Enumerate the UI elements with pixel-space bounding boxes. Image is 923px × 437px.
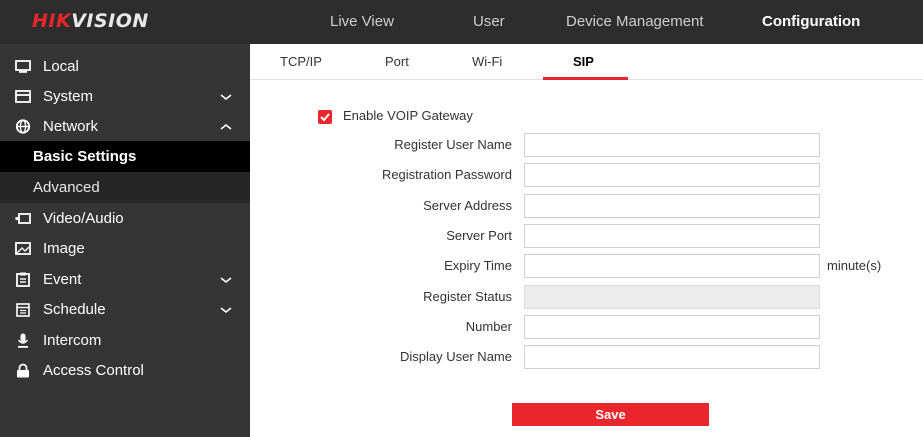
sidebar-item-label: System <box>43 88 94 105</box>
top-bar: HIKVISION Live View User Device Manageme… <box>0 0 923 44</box>
sidebar-item-label: Event <box>43 271 82 288</box>
sidebar-sub-basic-settings[interactable]: Basic Settings <box>0 141 250 172</box>
monitor-icon <box>15 60 31 73</box>
chevron-up-icon <box>220 123 232 130</box>
video-icon <box>15 213 31 224</box>
image-icon <box>15 242 31 255</box>
register-user-name-input[interactable] <box>524 133 820 157</box>
tab-bar: TCP/IP Port Wi-Fi SIP <box>250 44 923 80</box>
register-status-label: Register Status <box>423 289 512 304</box>
sidebar-item-label: Local <box>43 58 79 75</box>
registration-password-label: Registration Password <box>381 167 512 182</box>
number-input[interactable] <box>524 315 820 339</box>
sidebar-item-label: Video/Audio <box>43 210 124 227</box>
sidebar: Local System Network Basic Settings Adva… <box>0 44 250 437</box>
nav-user[interactable]: User <box>473 0 505 44</box>
number-label: Number <box>465 319 512 334</box>
sidebar-item-video-audio[interactable]: Video/Audio <box>0 203 250 234</box>
tab-port[interactable]: Port <box>385 44 409 80</box>
expiry-time-unit: minute(s) <box>827 258 882 273</box>
sidebar-item-label: Schedule <box>43 301 106 318</box>
enable-voip-label: Enable VOIP Gateway <box>343 108 473 123</box>
system-icon <box>15 90 31 103</box>
server-address-label: Server Address <box>423 198 512 213</box>
schedule-icon <box>16 303 30 317</box>
expiry-time-label: Expiry Time <box>444 258 512 273</box>
sidebar-item-intercom[interactable]: Intercom <box>0 325 250 356</box>
display-user-name-input[interactable] <box>524 345 820 369</box>
server-address-input[interactable] <box>524 194 820 218</box>
nav-configuration[interactable]: Configuration <box>762 0 860 44</box>
hikvision-logo: HIKVISION <box>32 10 149 32</box>
registration-password-input[interactable] <box>524 163 820 187</box>
sidebar-sub-advanced[interactable]: Advanced <box>0 172 250 203</box>
register-status-input <box>524 285 820 309</box>
event-icon <box>16 272 30 287</box>
tab-tcp-ip[interactable]: TCP/IP <box>280 44 322 80</box>
expiry-time-input[interactable] <box>524 254 820 278</box>
sidebar-item-schedule[interactable]: Schedule <box>0 294 250 325</box>
chevron-down-icon <box>220 307 232 314</box>
enable-voip-checkbox[interactable] <box>318 110 332 124</box>
sidebar-item-local[interactable]: Local <box>0 51 250 82</box>
checkmark-icon <box>320 113 330 122</box>
sidebar-item-system[interactable]: System <box>0 81 250 112</box>
server-port-label: Server Port <box>446 228 512 243</box>
sidebar-item-label: Access Control <box>43 362 144 379</box>
nav-live-view[interactable]: Live View <box>330 0 394 44</box>
sidebar-item-access-control[interactable]: Access Control <box>0 355 250 386</box>
active-tab-indicator <box>543 77 628 80</box>
display-user-name-label: Display User Name <box>400 349 512 364</box>
sidebar-item-label: Image <box>43 240 85 257</box>
server-port-input[interactable] <box>524 224 820 248</box>
lock-icon <box>17 363 29 378</box>
nav-device-management[interactable]: Device Management <box>566 0 704 44</box>
sidebar-item-network[interactable]: Network <box>0 111 250 142</box>
tab-wifi[interactable]: Wi-Fi <box>472 44 502 80</box>
globe-icon <box>15 119 31 134</box>
sidebar-item-label: Intercom <box>43 332 102 349</box>
sidebar-item-event[interactable]: Event <box>0 264 250 295</box>
sidebar-item-label: Network <box>43 118 99 135</box>
tab-sip[interactable]: SIP <box>573 44 594 80</box>
sidebar-item-image[interactable]: Image <box>0 233 250 264</box>
chevron-down-icon <box>220 277 232 284</box>
register-user-name-label: Register User Name <box>394 137 512 152</box>
chevron-down-icon <box>220 94 232 101</box>
intercom-icon <box>17 333 29 348</box>
save-button[interactable]: Save <box>512 403 709 426</box>
